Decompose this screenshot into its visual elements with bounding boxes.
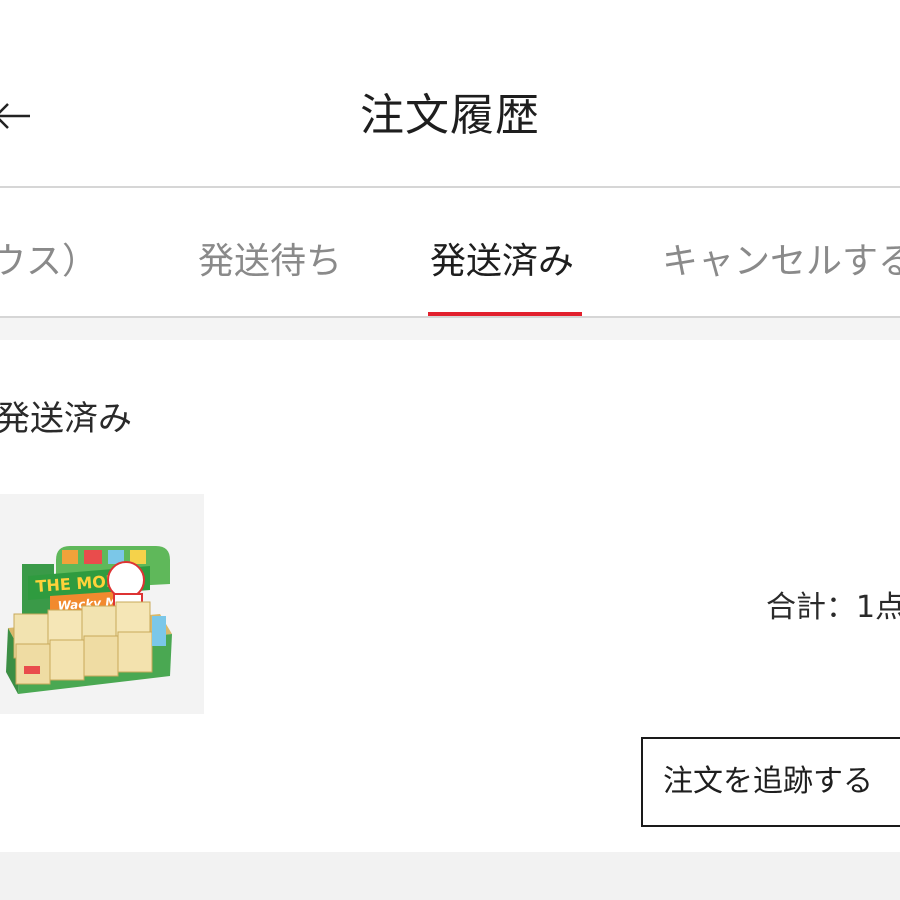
order-status-label: 発送済み: [0, 399, 132, 439]
tab-awaiting-shipment[interactable]: 発送待ち: [198, 238, 342, 286]
order-card: 発送済み THE MON Wacky Mart 合計：1点 注文を追跡する: [0, 340, 900, 852]
order-status-tabs: ウス） 発送待ち 発送済み キャンセルする: [0, 188, 900, 316]
tab-partial[interactable]: ウス）: [0, 238, 98, 286]
product-thumbnail[interactable]: THE MON Wacky Mart: [0, 494, 204, 714]
product-box-illustration: THE MON Wacky Mart: [6, 546, 172, 694]
track-order-button[interactable]: 注文を追跡する: [641, 737, 900, 827]
tab-cancel[interactable]: キャンセルする: [662, 238, 900, 286]
section-spacer: [0, 318, 900, 340]
tab-shipped[interactable]: 発送済み: [430, 238, 574, 286]
footer-spacer: [0, 852, 900, 900]
page-title: 注文履歴: [360, 90, 540, 141]
app-header: 注文履歴: [0, 0, 900, 186]
order-total: 合計：1点: [766, 590, 900, 625]
